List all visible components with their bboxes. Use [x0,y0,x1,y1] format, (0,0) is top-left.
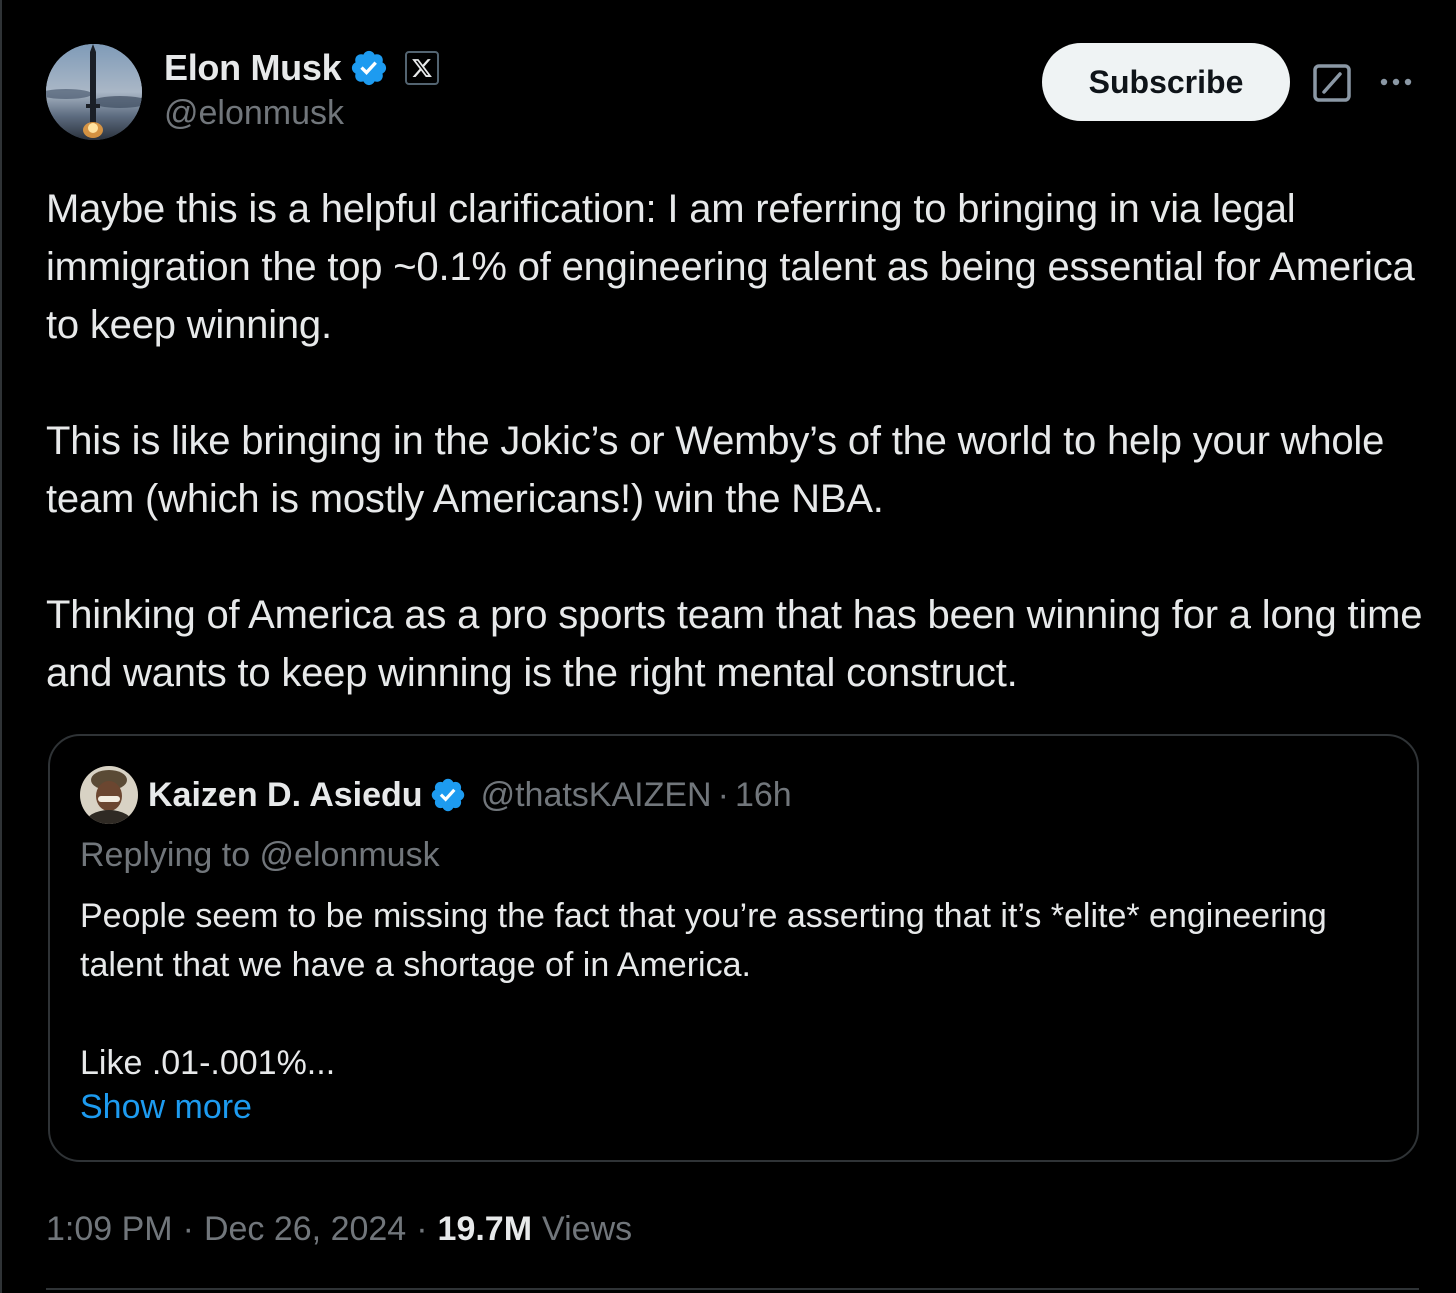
quoted-author-avatar[interactable] [80,766,138,824]
meta-separator: · [416,1209,428,1248]
quoted-timestamp[interactable]: 16h [735,776,792,815]
replying-prefix: Replying to [80,836,260,874]
tweet-meta: 1:09 PM · Dec 26, 2024 · 19.7M Views [46,1204,632,1254]
subscribe-button[interactable]: Subscribe [1042,43,1290,121]
replying-to-mention[interactable]: @elonmusk [260,836,440,874]
views-count[interactable]: 19.7M [438,1210,533,1249]
tweet-date[interactable]: Dec 26, 2024 [204,1210,406,1249]
tweet-detail: Elon Musk @elonmusk Subscribe Maybe this… [0,0,1456,1293]
views-label: Views [542,1209,633,1248]
author-name-row: Elon Musk [164,44,440,92]
tweet-text: Maybe this is a helpful clarification: I… [46,180,1426,702]
quoted-paragraph: Like .01-.001%... [80,1044,336,1082]
avatar-image [46,44,142,140]
quoted-header: Kaizen D. Asiedu @thatsKAIZEN · 16h [148,770,792,820]
x-logo-icon [405,51,440,85]
author-avatar[interactable] [46,44,142,140]
tweet-paragraph: This is like bringing in the Jokic’s or … [46,419,1385,521]
grok-icon[interactable] [1312,63,1352,103]
replying-to-line: Replying to @elonmusk [80,836,440,875]
quoted-handle[interactable]: @thatsKAIZEN [481,776,712,815]
tweet-time[interactable]: 1:09 PM [46,1210,173,1249]
quoted-tweet-card[interactable]: Kaizen D. Asiedu @thatsKAIZEN · 16h Repl… [48,734,1419,1162]
show-more-link[interactable]: Show more [80,1088,252,1127]
author-display-name[interactable]: Elon Musk [164,47,342,89]
tweet-paragraph: Maybe this is a helpful clarification: I… [46,187,1415,347]
quoted-verified-badge-icon[interactable] [429,776,467,814]
divider [46,1288,1419,1290]
meta-separator: · [182,1209,194,1248]
tweet-paragraph: Thinking of America as a pro sports team… [46,593,1423,695]
verified-badge-icon[interactable] [349,48,389,88]
quoted-tweet-text: People seem to be missing the fact that … [80,892,1380,1088]
author-handle[interactable]: @elonmusk [164,94,344,133]
more-icon[interactable] [1376,66,1416,98]
quoted-display-name[interactable]: Kaizen D. Asiedu [148,776,423,815]
quoted-separator: · [717,775,729,814]
x-logo-glyph-icon [412,59,433,77]
quoted-avatar-image [80,766,138,824]
quoted-paragraph: People seem to be missing the fact that … [80,897,1327,984]
